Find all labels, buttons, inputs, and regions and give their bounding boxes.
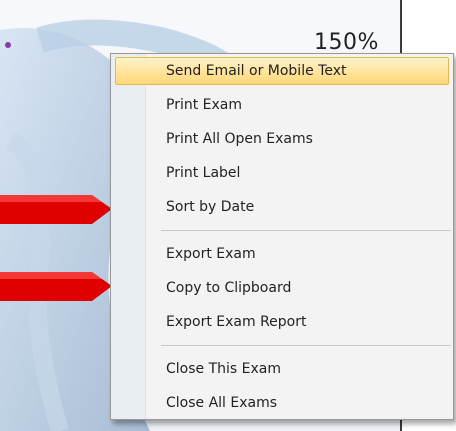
menu-item-label: Close All Exams xyxy=(166,395,278,411)
menu-item-export-exam[interactable]: Export Exam xyxy=(111,237,453,271)
marker-icon xyxy=(5,42,11,48)
menu-item-label: Print All Open Exams xyxy=(166,131,313,147)
menu-item-send-email[interactable]: Send Email or Mobile Text xyxy=(115,57,449,85)
menu-item-label: Export Exam Report xyxy=(166,314,307,330)
zoom-level: 150% xyxy=(314,30,379,55)
menu-item-export-exam-report[interactable]: Export Exam Report xyxy=(111,305,453,339)
menu-item-label: Close This Exam xyxy=(166,361,281,377)
menu-item-label: Export Exam xyxy=(166,246,256,262)
menu-item-copy-to-clipboard[interactable]: Copy to Clipboard xyxy=(111,271,453,305)
red-arrow-marker xyxy=(0,195,112,224)
menu-item-sort-by-date[interactable]: Sort by Date xyxy=(111,190,453,224)
menu-separator xyxy=(161,345,451,346)
menu-item-label: Copy to Clipboard xyxy=(166,280,292,296)
menu-item-close-this-exam[interactable]: Close This Exam xyxy=(111,352,453,386)
menu-item-close-all-exams[interactable]: Close All Exams xyxy=(111,386,453,420)
menu-separator xyxy=(161,230,451,231)
menu-item-label: Send Email or Mobile Text xyxy=(166,63,347,79)
menu-item-label: Sort by Date xyxy=(166,199,255,215)
red-arrow-marker xyxy=(0,272,112,301)
menu-item-print-all-open-exams[interactable]: Print All Open Exams xyxy=(111,122,453,156)
menu-item-label: Print Exam xyxy=(166,97,243,113)
menu-item-print-label[interactable]: Print Label xyxy=(111,156,453,190)
menu-item-label: Print Label xyxy=(166,165,241,181)
menu-item-print-exam[interactable]: Print Exam xyxy=(111,88,453,122)
context-menu: Send Email or Mobile Text Print Exam Pri… xyxy=(110,53,454,420)
